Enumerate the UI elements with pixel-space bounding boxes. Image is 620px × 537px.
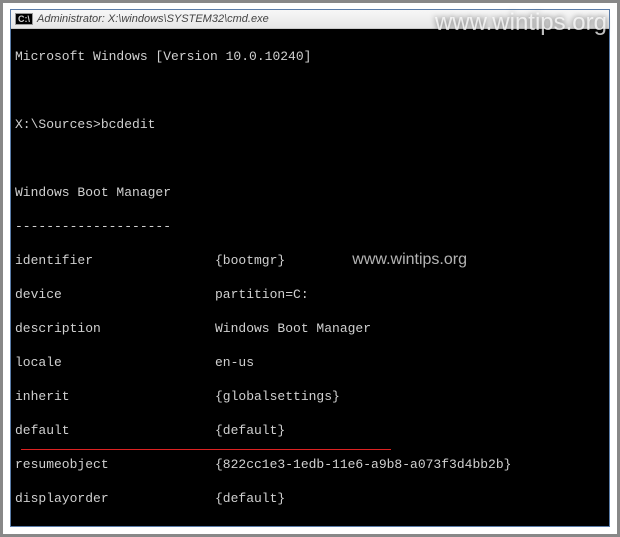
highlight-underline <box>21 449 391 450</box>
os-header: Microsoft Windows [Version 10.0.10240] <box>15 48 605 65</box>
prompt: X:\Sources> <box>15 117 101 132</box>
cmd-icon: C:\ <box>15 13 33 25</box>
titlebar-text: Administrator: X:\windows\SYSTEM32\cmd.e… <box>37 13 269 25</box>
titlebar[interactable]: C:\ Administrator: X:\windows\SYSTEM32\c… <box>11 10 609 29</box>
kv-row: displayorder{default} <box>15 490 605 507</box>
blank <box>15 150 605 167</box>
blank <box>15 82 605 99</box>
command: bcdedit <box>101 117 156 132</box>
screenshot-frame: C:\ Administrator: X:\windows\SYSTEM32\c… <box>0 0 620 537</box>
kv-row: toolsdisplayorder{memdiag} <box>15 524 605 526</box>
section-bootmgr-title: Windows Boot Manager <box>15 184 605 201</box>
kv-row: identifier{bootmgr} <box>15 252 605 269</box>
kv-row: resumeobject{822cc1e3-1edb-11e6-a9b8-a07… <box>15 456 605 473</box>
prompt-line: X:\Sources>bcdedit <box>15 116 605 133</box>
kv-row: descriptionWindows Boot Manager <box>15 320 605 337</box>
kv-row: inherit{globalsettings} <box>15 388 605 405</box>
section-dashes: -------------------- <box>15 218 605 235</box>
kv-row: devicepartition=C: <box>15 286 605 303</box>
kv-row: default{default} <box>15 422 605 439</box>
console-output[interactable]: Microsoft Windows [Version 10.0.10240] X… <box>11 29 609 526</box>
cmd-window: C:\ Administrator: X:\windows\SYSTEM32\c… <box>10 9 610 527</box>
kv-row: localeen-us <box>15 354 605 371</box>
